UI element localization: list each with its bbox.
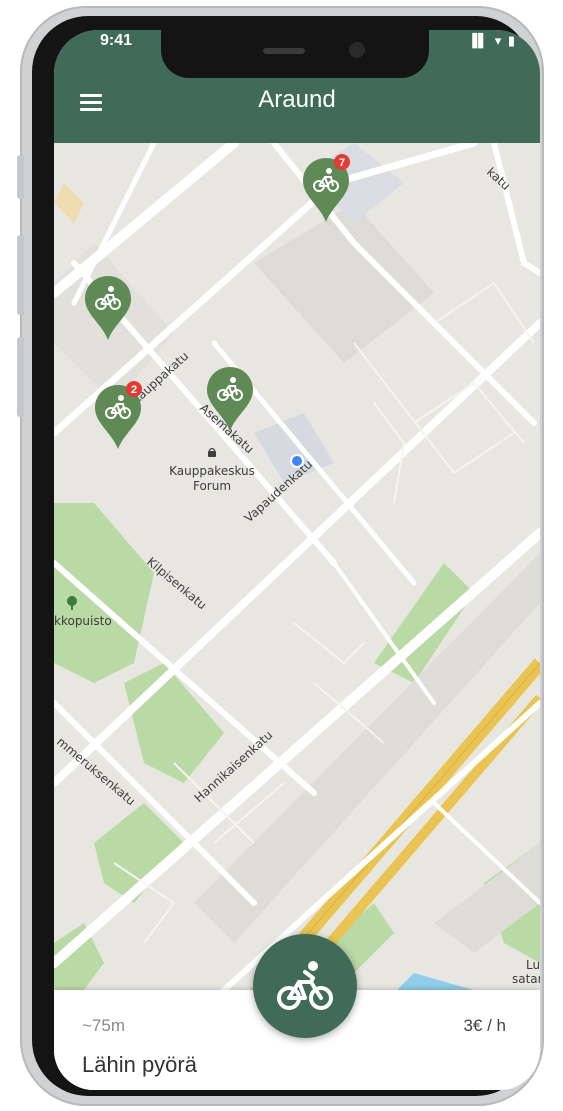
poi-label: kkopuisto: [54, 614, 112, 628]
nearest-bike-title: Lähin pyörä: [82, 1052, 197, 1077]
phone-volume-up-button: [17, 235, 24, 315]
poi-label: satar: [512, 972, 540, 986]
shopping-bag-icon: [208, 451, 216, 457]
price-label: 3€ / h: [463, 1016, 506, 1035]
front-camera: [349, 42, 365, 58]
rent-bike-button[interactable]: [253, 934, 357, 1038]
status-icons: ▐▌ ▾ ▮: [467, 34, 516, 49]
poi-label: Lu: [526, 958, 540, 972]
app-title: Araund: [258, 86, 336, 113]
tree-icon: [67, 596, 77, 606]
poi-label: Forum: [193, 479, 231, 493]
poi-label: Kauppakeskus: [169, 464, 255, 478]
cyclist-icon: [277, 961, 333, 1010]
distance-label: ~75m: [82, 1016, 125, 1035]
phone-notch: [161, 30, 429, 78]
marker-badge-count: 7: [339, 157, 345, 169]
phone-mute-switch: [17, 155, 24, 199]
status-time: 9:41: [100, 32, 133, 49]
speaker-grille: [263, 48, 305, 54]
app-screen: Kauppakatu Asemakatu Vapaudenkatu Kilpis…: [54, 30, 540, 1090]
phone-volume-down-button: [17, 337, 24, 417]
marker-badge-count: 2: [131, 384, 137, 396]
